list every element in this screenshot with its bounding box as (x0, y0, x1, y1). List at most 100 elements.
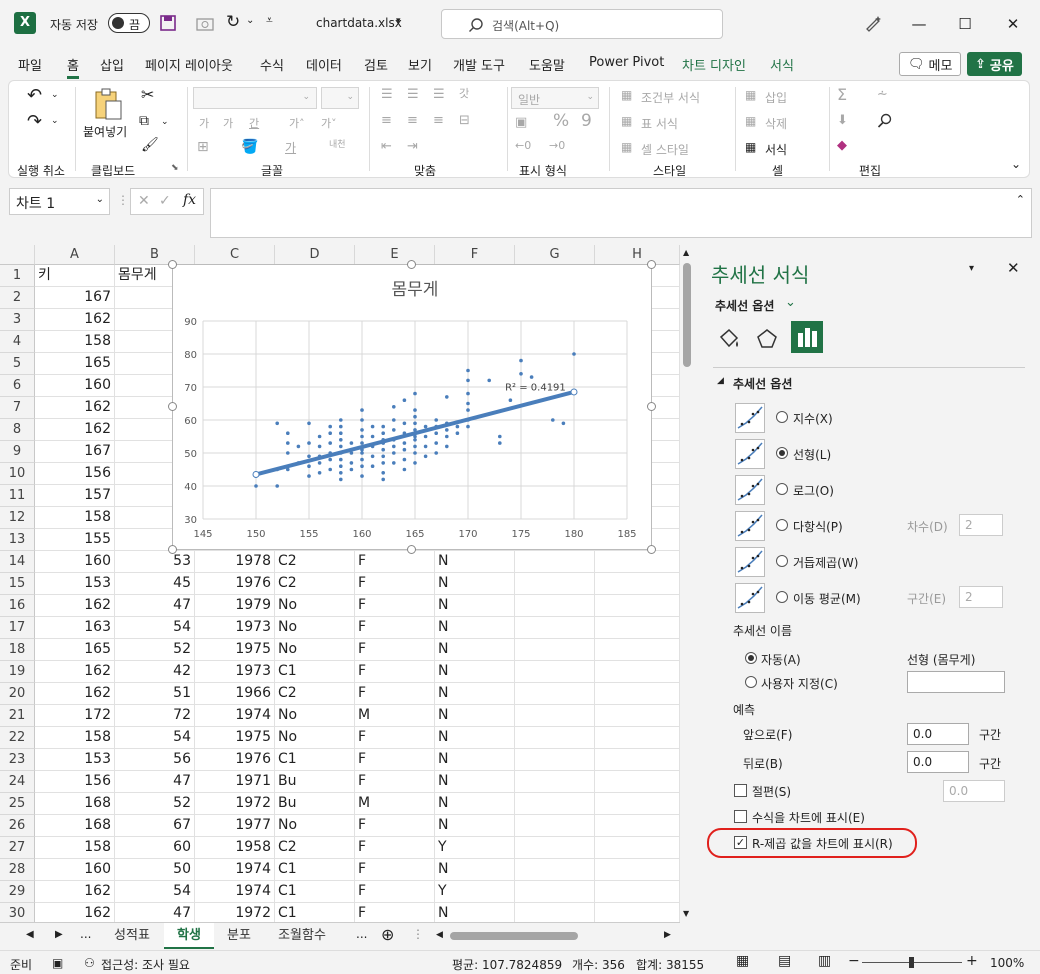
next-sheet-icon[interactable]: ▶ (55, 929, 63, 940)
grid-cell[interactable]: F (355, 683, 435, 705)
grid-cell[interactable] (515, 661, 595, 683)
grid-cell[interactable]: 50 (115, 859, 195, 881)
grid-cell[interactable] (595, 749, 680, 771)
grid-cell[interactable]: 47 (115, 903, 195, 922)
resize-handle[interactable] (168, 545, 177, 554)
intercept-checkbox[interactable] (734, 784, 747, 797)
grid-cell[interactable]: 160 (35, 859, 115, 881)
effects-icon[interactable] (755, 327, 779, 351)
cell-style-icon[interactable]: ▦ (621, 140, 632, 154)
grid-cell[interactable]: N (435, 727, 515, 749)
grid-cell[interactable]: No (275, 595, 355, 617)
select-all-corner[interactable] (0, 245, 35, 265)
trendline-type-label[interactable]: 선형(L) (793, 446, 831, 463)
row-header[interactable]: 28 (0, 859, 35, 881)
currency-icon[interactable]: ▣ (515, 115, 527, 130)
grid-cell[interactable]: 1974 (195, 859, 275, 881)
fill-icon[interactable]: ⬇ (837, 113, 848, 128)
align-top-icon[interactable]: ☰ (381, 87, 393, 102)
row-header[interactable]: 2 (0, 287, 35, 309)
grid-cell[interactable]: F (355, 837, 435, 859)
grid-cell[interactable]: 162 (35, 881, 115, 903)
grid-cell[interactable] (595, 771, 680, 793)
custom-name-label[interactable]: 사용자 지정(C) (761, 675, 838, 692)
grid-cell[interactable] (595, 705, 680, 727)
grid-cell[interactable] (515, 595, 595, 617)
collapse-formula-icon[interactable]: ⌃ (1016, 193, 1025, 206)
indent-decrease-icon[interactable]: ⇤ (381, 139, 392, 154)
grid-cell[interactable] (595, 595, 680, 617)
align-left-icon[interactable]: ≡ (381, 113, 392, 128)
redo-icon[interactable]: ↻ (226, 12, 240, 32)
row-header[interactable]: 22 (0, 727, 35, 749)
grid-cell[interactable]: 53 (115, 551, 195, 573)
row-header[interactable]: 1 (0, 265, 35, 287)
forward-input[interactable]: 0.0 (907, 723, 969, 745)
auto-name-radio[interactable] (745, 652, 757, 664)
row-header[interactable]: 23 (0, 749, 35, 771)
grid-cell[interactable]: 157 (35, 485, 115, 507)
increase-decimal-icon[interactable]: ←0 (515, 139, 531, 152)
grid-cell[interactable]: F (355, 551, 435, 573)
autosave-toggle[interactable]: 끔 (108, 13, 150, 33)
column-header[interactable]: E (355, 245, 435, 265)
trendline-type-label[interactable]: 지수(X) (793, 410, 833, 427)
grid-cell[interactable]: F (355, 727, 435, 749)
sort-filter-icon[interactable]: ⩪ (877, 87, 888, 102)
font-size-select[interactable]: ⌄ (321, 87, 359, 109)
grid-cell[interactable]: C2 (275, 573, 355, 595)
row-header[interactable]: 20 (0, 683, 35, 705)
zoom-out-icon[interactable]: − (848, 953, 860, 969)
enter-icon[interactable]: ✓ (159, 193, 171, 209)
italic-icon[interactable]: 가 (223, 115, 233, 131)
trendline-param-input[interactable]: 2 (959, 514, 1003, 536)
grid-cell[interactable] (515, 749, 595, 771)
delete-cells-label[interactable]: 삭제 (765, 115, 787, 132)
save-icon[interactable] (160, 15, 176, 31)
trendline-type-radio[interactable] (776, 519, 788, 531)
row-header[interactable]: 27 (0, 837, 35, 859)
sheet-tab[interactable]: 조월함수 (264, 923, 340, 949)
grid-cell[interactable]: 1966 (195, 683, 275, 705)
trendline-type-radio[interactable] (776, 447, 788, 459)
indent-increase-icon[interactable]: ⇥ (407, 139, 418, 154)
grid-cell[interactable]: N (435, 661, 515, 683)
underline-icon[interactable]: 간 (249, 115, 259, 131)
grid-cell[interactable] (595, 617, 680, 639)
grid-cell[interactable]: 1971 (195, 771, 275, 793)
grid-cell[interactable]: N (435, 793, 515, 815)
grid-cell[interactable] (595, 881, 680, 903)
row-header[interactable]: 24 (0, 771, 35, 793)
trendline-type-label[interactable]: 거듭제곱(W) (793, 554, 858, 571)
page-break-view-icon[interactable]: ▥ (818, 953, 831, 969)
splitter-icon[interactable]: ⋮ (412, 927, 424, 941)
grid-cell[interactable] (515, 837, 595, 859)
share-button[interactable]: ⇪ 공유 (967, 52, 1022, 76)
grid-cell[interactable]: F (355, 815, 435, 837)
grid-cell[interactable]: N (435, 815, 515, 837)
grid-cell[interactable]: Y (435, 881, 515, 903)
pane-close-icon[interactable]: ✕ (1007, 259, 1020, 277)
trendline-type-label[interactable]: 다항식(P) (793, 518, 843, 535)
page-layout-view-icon[interactable]: ▤ (778, 953, 791, 969)
custom-name-radio[interactable] (745, 676, 757, 688)
tab-data[interactable]: 데이터 (306, 55, 342, 74)
grid-cell[interactable]: F (355, 661, 435, 683)
grid-cell[interactable]: C1 (275, 903, 355, 922)
tab-help[interactable]: 도움말 (529, 55, 565, 74)
row-header[interactable]: 4 (0, 331, 35, 353)
sheet-tab[interactable]: 분포 (214, 923, 264, 949)
column-header[interactable]: C (195, 245, 275, 265)
grid-cell[interactable]: 67 (115, 815, 195, 837)
grid-cell[interactable] (595, 837, 680, 859)
insert-function-icon[interactable]: fx (183, 192, 196, 208)
redo-ribbon-icon[interactable]: ↷ (27, 111, 42, 132)
bold-icon[interactable]: 가 (199, 115, 209, 131)
zoom-in-icon[interactable]: + (966, 953, 978, 969)
align-center-icon[interactable]: ≡ (407, 113, 418, 128)
grid-cell[interactable] (515, 727, 595, 749)
grid-cell[interactable] (515, 683, 595, 705)
grid-cell[interactable]: 162 (35, 309, 115, 331)
grid-cell[interactable]: F (355, 859, 435, 881)
resize-handle[interactable] (647, 402, 656, 411)
